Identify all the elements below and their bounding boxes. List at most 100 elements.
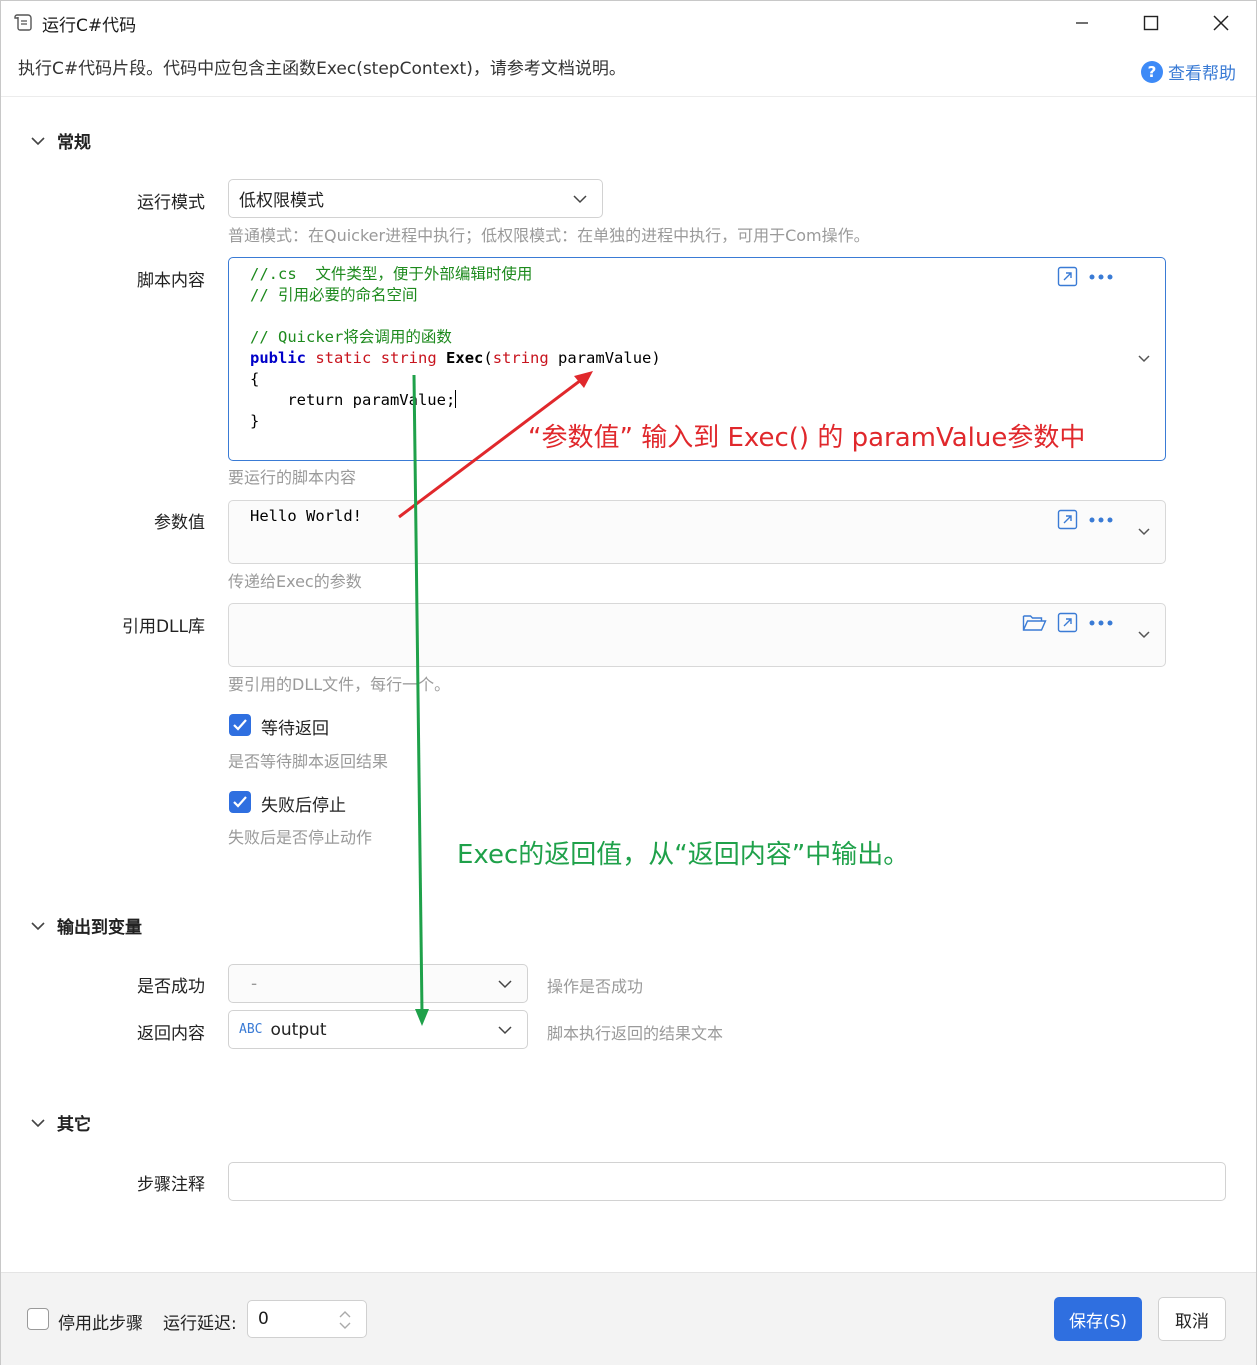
close-icon xyxy=(1213,15,1229,31)
maximize-icon xyxy=(1143,15,1159,31)
param-value-hint: 传递给Exec的参数 xyxy=(228,572,362,591)
code-line: // 引用必要的命名空间 xyxy=(250,285,661,306)
code-line: return paramValue; xyxy=(250,390,661,411)
delay-value: 0 xyxy=(258,1309,269,1329)
divider xyxy=(1,96,1256,97)
code-comment: // 引用必要的命名空间 xyxy=(250,286,418,304)
section-output-title: 输出到变量 xyxy=(57,918,142,938)
open-external-icon[interactable] xyxy=(1057,509,1078,530)
help-label: 查看帮助 xyxy=(1168,64,1236,84)
chevron-down-icon xyxy=(498,1025,512,1034)
code-line: //.cs 文件类型，便于外部编辑时使用 xyxy=(250,264,661,285)
script-hint: 要运行的脚本内容 xyxy=(228,468,357,487)
code-keyword: static xyxy=(315,349,372,367)
section-other-title: 其它 xyxy=(57,1115,91,1135)
minimize-icon xyxy=(1076,22,1088,24)
success-label: 是否成功 xyxy=(137,977,205,997)
code-line: // Quicker将会调用的函数 xyxy=(250,327,661,348)
run-mode-select[interactable]: 低权限模式 xyxy=(228,179,603,218)
stop-on-fail-hint: 失败后是否停止动作 xyxy=(228,828,373,847)
chevron-down-icon[interactable] xyxy=(1137,630,1151,640)
more-icon[interactable] xyxy=(1088,619,1114,627)
dialog-window: 运行C#代码 执行C#代码片段。代码中应包含主函数Exec(stepContex… xyxy=(0,0,1257,1365)
editor-tools xyxy=(1057,509,1114,530)
code-return: return paramValue; xyxy=(250,391,456,409)
section-general-title: 常规 xyxy=(57,133,91,153)
dll-label: 引用DLL库 xyxy=(121,617,205,637)
code-keyword: public xyxy=(250,349,306,367)
success-value: - xyxy=(251,973,258,994)
close-button[interactable] xyxy=(1198,7,1244,39)
window-title: 运行C#代码 xyxy=(42,16,137,36)
code-brace: { xyxy=(250,370,260,388)
save-button[interactable]: 保存(S) xyxy=(1054,1297,1142,1341)
note-label: 步骤注释 xyxy=(137,1175,205,1195)
code-param: paramValue) xyxy=(558,349,661,367)
code-punct: ( xyxy=(483,349,493,367)
more-icon[interactable] xyxy=(1088,273,1114,281)
code-type: string xyxy=(492,349,549,367)
return-hint: 脚本执行返回的结果文本 xyxy=(547,1024,724,1043)
code-brace: } xyxy=(250,412,260,430)
chevron-down-icon xyxy=(498,979,512,988)
checkmark-icon xyxy=(233,719,247,731)
checkmark-icon xyxy=(233,796,247,808)
code-area[interactable]: //.cs 文件类型，便于外部编辑时使用 // 引用必要的命名空间 // Quic… xyxy=(250,264,661,432)
annotation-red: “参数值” 输入到 Exec() 的 paramValue参数中 xyxy=(528,423,1086,453)
code-line: { xyxy=(250,369,661,390)
chevron-down-icon xyxy=(31,1118,45,1127)
run-mode-hint: 普通模式：在Quicker进程中执行；低权限模式：在单独的进程中执行，可用于Co… xyxy=(228,226,870,245)
chevron-down-icon xyxy=(31,921,45,930)
open-external-icon[interactable] xyxy=(1057,266,1078,287)
chevron-down-icon[interactable] xyxy=(1137,354,1151,364)
green-arrow xyxy=(412,374,429,1026)
delay-label: 运行延迟: xyxy=(163,1314,237,1334)
code-comment: // Quicker将会调用的函数 xyxy=(250,328,452,346)
section-output-header[interactable]: 输出到变量 xyxy=(29,913,142,938)
wait-return-checkbox[interactable] xyxy=(229,714,251,736)
disable-step-checkbox[interactable] xyxy=(27,1308,49,1330)
chevron-down-icon xyxy=(573,194,587,203)
return-select[interactable]: ABC output xyxy=(228,1010,528,1049)
success-hint: 操作是否成功 xyxy=(547,977,644,996)
cancel-button[interactable]: 取消 xyxy=(1158,1297,1226,1341)
help-link[interactable]: ? 查看帮助 xyxy=(1141,59,1236,84)
return-label: 返回内容 xyxy=(137,1024,205,1044)
script-label: 脚本内容 xyxy=(137,271,205,291)
section-other-header[interactable]: 其它 xyxy=(29,1110,91,1135)
folder-open-icon[interactable] xyxy=(1022,613,1047,632)
section-general-header[interactable]: 常规 xyxy=(29,128,91,153)
delay-stepper[interactable]: 0 xyxy=(247,1300,367,1338)
editor-tools xyxy=(1057,266,1114,287)
more-icon[interactable] xyxy=(1088,516,1114,524)
code-type: string xyxy=(380,349,437,367)
code-function: Exec xyxy=(446,349,484,367)
stop-on-fail-label[interactable]: 失败后停止 xyxy=(261,791,346,816)
dialog-description: 执行C#代码片段。代码中应包含主函数Exec(stepContext)，请参考文… xyxy=(18,59,626,79)
run-mode-label: 运行模式 xyxy=(137,193,205,213)
chevron-down-icon[interactable] xyxy=(1137,527,1151,537)
dll-editor[interactable] xyxy=(228,603,1166,667)
dll-hint: 要引用的DLL文件，每行一个。 xyxy=(228,675,451,694)
run-mode-value: 低权限模式 xyxy=(239,191,324,211)
scroll-icon xyxy=(14,14,32,31)
success-select[interactable]: - xyxy=(228,964,528,1003)
note-input[interactable] xyxy=(228,1162,1226,1201)
code-line: public static string Exec(string paramVa… xyxy=(250,348,661,369)
wait-return-hint: 是否等待脚本返回结果 xyxy=(228,752,389,771)
disable-step-label[interactable]: 停用此步骤 xyxy=(58,1309,143,1334)
param-value-label: 参数值 xyxy=(154,513,205,533)
wait-return-label[interactable]: 等待返回 xyxy=(261,714,329,739)
maximize-button[interactable] xyxy=(1128,7,1174,39)
param-value-text: Hello World! xyxy=(250,507,362,525)
code-comment: //.cs 文件类型，便于外部编辑时使用 xyxy=(250,265,533,283)
title-bar: 运行C#代码 xyxy=(1,1,1256,45)
spin-arrows-icon[interactable] xyxy=(338,1309,352,1331)
minimize-button[interactable] xyxy=(1059,7,1105,39)
annotation-green: Exec的返回值，从“返回内容”中输出。 xyxy=(457,840,910,870)
open-external-icon[interactable] xyxy=(1057,612,1078,633)
chevron-down-icon xyxy=(31,136,45,145)
param-value-editor[interactable]: Hello World! xyxy=(228,500,1166,564)
text-type-icon: ABC xyxy=(239,1022,263,1037)
stop-on-fail-checkbox[interactable] xyxy=(229,791,251,813)
